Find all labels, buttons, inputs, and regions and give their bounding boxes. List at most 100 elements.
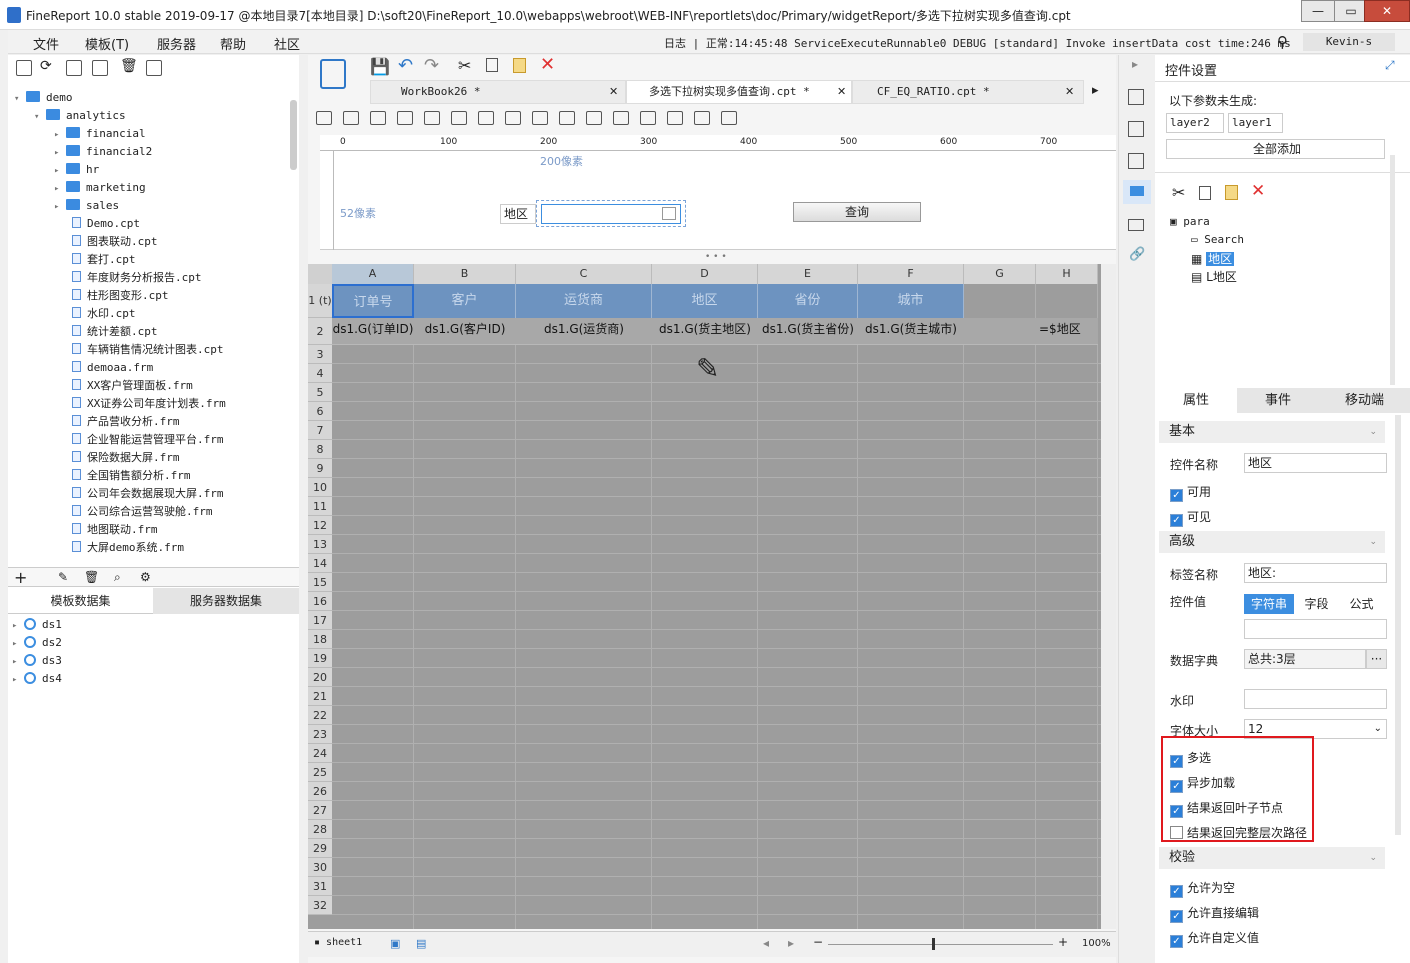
expanded-arrow-icon[interactable]: ▾ <box>34 108 46 126</box>
row-header[interactable]: 30 <box>308 858 332 877</box>
menu-help[interactable]: 帮助 <box>220 34 246 53</box>
data-cell[interactable]: =$地区 <box>1036 318 1098 345</box>
tree-file[interactable]: 水印.cpt <box>54 305 136 323</box>
save-icon[interactable]: 💾 <box>370 57 390 76</box>
row-header[interactable]: 27 <box>308 801 332 820</box>
tab-multiselect-tree[interactable]: 多选下拉树实现多值查询.cpt * ✕ <box>626 80 852 104</box>
row-header[interactable]: 5 <box>308 383 332 402</box>
cut-widget-icon[interactable]: ✂ <box>1172 183 1185 202</box>
number-widget-icon[interactable] <box>478 111 494 125</box>
tab-template-dataset[interactable]: 模板数据集 <box>8 588 153 614</box>
data-cell[interactable]: ds1.G(货主省份) <box>758 318 858 345</box>
widget-name-input[interactable]: 地区 <box>1244 453 1387 473</box>
column-header[interactable]: D <box>652 264 758 284</box>
watermark-input[interactable] <box>1244 689 1387 709</box>
header-cell[interactable]: 客户 <box>414 284 516 318</box>
edit-file-icon[interactable] <box>66 60 82 76</box>
collapsed-arrow-icon[interactable]: ▸ <box>54 180 66 198</box>
row-header[interactable]: 31 <box>308 877 332 896</box>
collapsed-arrow-icon[interactable]: ▸ <box>54 162 66 180</box>
tree-file[interactable]: XX证券公司年度计划表.frm <box>54 395 226 413</box>
tree-dropdown-icon[interactable] <box>662 207 676 220</box>
row-header[interactable]: 2 <box>308 318 332 345</box>
row-header[interactable]: 9 <box>308 459 332 478</box>
region-tree-combo[interactable] <box>536 200 686 227</box>
refresh-icon[interactable]: ⟳ <box>40 58 52 74</box>
delete-widget-icon[interactable]: ✕ <box>1251 181 1265 201</box>
header-cell[interactable]: 地区 <box>652 284 758 318</box>
tree-folder[interactable]: ▸ marketing <box>54 179 146 197</box>
widget-value-input[interactable] <box>1244 619 1387 639</box>
label-widget-icon[interactable] <box>316 111 332 125</box>
tab-workbook26[interactable]: WorkBook26 * ✕ <box>370 80 626 104</box>
query-button[interactable]: 查询 <box>793 202 921 222</box>
cut-icon[interactable]: ✂ <box>458 56 471 75</box>
collapsed-arrow-icon[interactable]: ▸ <box>12 617 24 635</box>
tree-file[interactable]: 公司综合运营驾驶舱.frm <box>54 503 213 521</box>
allow-custom-checkbox[interactable]: ✓ 允许自定义值 <box>1170 929 1259 948</box>
row-header[interactable]: 20 <box>308 668 332 687</box>
section-validation[interactable]: 校验 ⌄ <box>1159 847 1385 869</box>
data-dict-input[interactable]: 总共:3层 <box>1244 649 1366 669</box>
row-header[interactable]: 10 <box>308 478 332 497</box>
float-element-icon[interactable] <box>1128 153 1144 169</box>
row-header[interactable]: 26 <box>308 782 332 801</box>
copy-icon[interactable] <box>146 60 162 76</box>
sheet-tab[interactable]: ▪ sheet1 <box>314 937 362 948</box>
region-combo-input[interactable] <box>541 204 681 224</box>
return-full-path-checkbox[interactable]: 结果返回完整层次路径 <box>1170 824 1307 841</box>
dataset-item[interactable]: ▸ ds4 <box>12 670 62 688</box>
column-header[interactable]: E <box>758 264 858 284</box>
row-header[interactable]: 28 <box>308 820 332 839</box>
row-header[interactable]: 19 <box>308 649 332 668</box>
column-header[interactable]: C <box>516 264 652 284</box>
row-header[interactable]: 13 <box>308 535 332 554</box>
tree-file[interactable]: 图表联动.cpt <box>54 233 158 251</box>
dataset-settings-icon[interactable]: ⚙ <box>140 570 151 584</box>
tree-file[interactable]: 柱形图变形.cpt <box>54 287 169 305</box>
dataset-item[interactable]: ▸ ds1 <box>12 616 62 634</box>
edit-icon[interactable]: ✎ <box>58 570 68 584</box>
data-cell[interactable] <box>964 318 1036 345</box>
tree-node-region-label[interactable]: ▤ L地区 <box>1191 268 1237 285</box>
tree-file[interactable]: 年度财务分析报告.cpt <box>54 269 202 287</box>
menu-server[interactable]: 服务器 <box>157 34 196 53</box>
menu-template[interactable]: 模板(T) <box>85 34 129 53</box>
enabled-checkbox[interactable]: ✓ 可用 <box>1170 483 1211 502</box>
tree-file[interactable]: demoaa.frm <box>54 359 153 377</box>
param-layer1[interactable]: layer1 <box>1228 113 1283 133</box>
value-type-formula[interactable]: 公式 <box>1339 594 1384 614</box>
row-header[interactable]: 32 <box>308 896 332 915</box>
row-header[interactable]: 29 <box>308 839 332 858</box>
row-header[interactable]: 4 <box>308 364 332 383</box>
row-header[interactable]: 24 <box>308 744 332 763</box>
row-header[interactable]: 6 <box>308 402 332 421</box>
async-load-checkbox[interactable]: ✓ 异步加载 <box>1170 774 1235 793</box>
row-header[interactable]: 18 <box>308 630 332 649</box>
data-cell[interactable]: ds1.G(客户ID) <box>414 318 516 345</box>
copy-widget-icon[interactable] <box>1199 186 1211 200</box>
row-header[interactable]: 11 <box>308 497 332 516</box>
tree-file[interactable]: 公司年会数据展现大屏.frm <box>54 485 224 503</box>
data-cell[interactable]: ds1.G(运货商) <box>516 318 652 345</box>
column-header[interactable]: A <box>332 264 414 284</box>
list-widget-icon[interactable] <box>505 111 521 125</box>
maximize-button[interactable]: ▭ <box>1334 0 1368 22</box>
settings-icon[interactable] <box>92 60 108 76</box>
grid-vscrollbar[interactable] <box>1101 264 1116 929</box>
data-cell[interactable]: ds1.G(订单ID) <box>332 318 414 345</box>
tree-file[interactable]: XX客户管理面板.frm <box>54 377 193 395</box>
zoom-slider[interactable] <box>828 944 1053 945</box>
row-header[interactable]: 14 <box>308 554 332 573</box>
tree-node-region[interactable]: ▦ 地区 <box>1191 250 1235 267</box>
collapsed-arrow-icon[interactable]: ▸ <box>54 198 66 216</box>
allow-empty-checkbox[interactable]: ✓ 允许为空 <box>1170 879 1235 898</box>
add-dataset-icon[interactable]: + <box>14 568 27 587</box>
tree-file[interactable]: 统计差额.cpt <box>54 323 158 341</box>
checkbox-widget-icon[interactable] <box>640 111 656 125</box>
tree-file[interactable]: 套打.cpt <box>54 251 136 269</box>
visible-checkbox[interactable]: ✓ 可见 <box>1170 508 1211 527</box>
delete-dataset-icon[interactable]: 🗑 <box>84 570 99 584</box>
tree-folder[interactable]: ▸ hr <box>54 161 99 179</box>
tree-scrollbar[interactable] <box>290 100 297 170</box>
